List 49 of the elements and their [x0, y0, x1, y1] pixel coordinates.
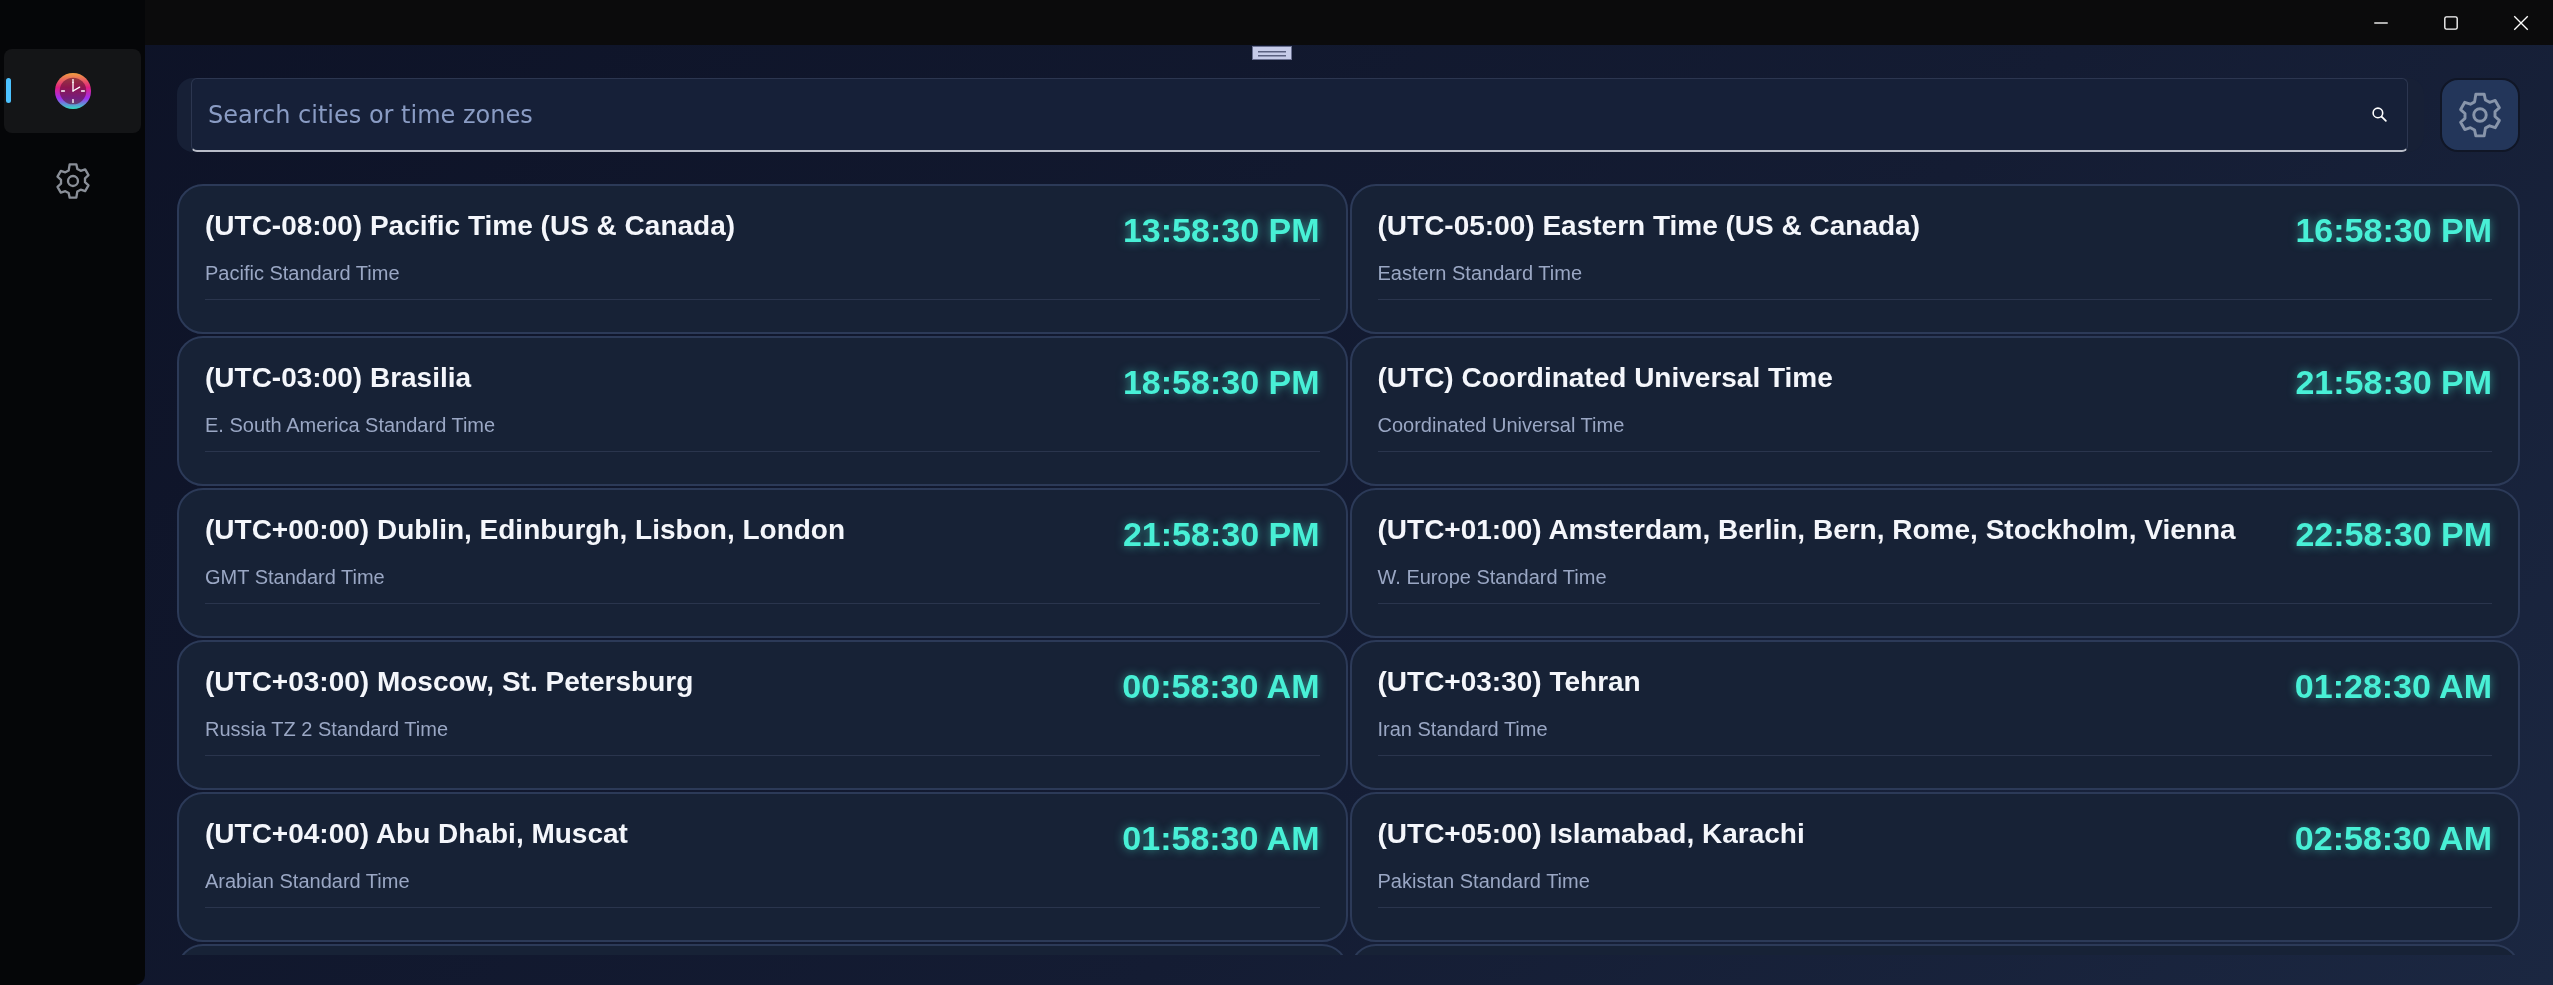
time-zone-standard-name: Eastern Standard Time — [1377, 262, 1584, 285]
clock-time: 01:28:30 AM — [2294, 666, 2492, 707]
clock-time: 00:58:30 AM — [1122, 666, 1320, 707]
time-zone-standard-name: Pacific Standard Time — [205, 262, 401, 285]
clock-time: 22:58:30 PM — [2295, 514, 2492, 555]
time-zone-card[interactable]: (UTC+01:00) Amsterdam, Berlin, Bern, Rome, Stockholm, Vienna 22:58:30 PM W. Europe Standard Time — [1349, 488, 2520, 638]
time-zone-card[interactable]: (UTC-05:00) Eastern Time (US & Canada) 16:58:30 PM Eastern Standard Time — [1349, 184, 2520, 334]
time-zone-name: (UTC-08:00) Pacific Time (US & Canada) — [205, 209, 736, 243]
time-zone-name: (UTC+03:00) Moscow, St. Petersburg — [205, 665, 694, 699]
time-zone-standard-name: Coordinated Universal Time — [1377, 414, 1626, 437]
clock-time: 21:58:30 PM — [1122, 514, 1320, 555]
time-zone-standard-name: Russia TZ 2 Standard Time — [205, 718, 450, 741]
search-icon — [2371, 106, 2388, 123]
clock-time: 16:58:30 PM — [2295, 210, 2492, 251]
clock-time: 02:58:30 AM — [2294, 818, 2492, 859]
clock-icon — [53, 72, 92, 110]
clock-time: 18:58:30 PM — [1122, 362, 1320, 403]
drag-handle[interactable] — [1252, 46, 1292, 60]
time-zone-standard-name: E. South America Standard Time — [205, 414, 497, 437]
time-zone-name: (UTC+00:00) Dublin, Edinburgh, Lisbon, London — [205, 513, 846, 547]
search-field[interactable]: Search cities or time zones — [191, 78, 2408, 152]
time-zone-standard-name: GMT Standard Time — [205, 566, 386, 589]
time-zone-name: (UTC-05:00) Eastern Time (US & Canada) — [1377, 209, 1920, 243]
time-zone-standard-name: Iran Standard Time — [1377, 718, 1549, 741]
time-zone-name: (UTC) Coordinated Universal Time — [1377, 361, 1833, 395]
settings-button[interactable] — [2440, 78, 2520, 152]
clock-time: 13:58:30 PM — [1122, 210, 1320, 251]
time-zone-card[interactable]: (UTC+04:00) Abu Dhabi, Muscat 01:58:30 AM Arabian Standard Time — [177, 792, 1348, 942]
time-zone-standard-name: Pakistan Standard Time — [1377, 870, 1591, 893]
time-zone-name: (UTC+01:00) Amsterdam, Berlin, Bern, Rome, Stockholm, Vienna — [1377, 513, 2236, 547]
clock-time: 01:58:30 AM — [1122, 818, 1320, 859]
time-zone-card[interactable]: (UTC+05:00) Islamabad, Karachi 02:58:30 AM Pakistan Standard Time — [1349, 792, 2520, 942]
clock-time: 21:58:30 PM — [2295, 362, 2492, 403]
time-zone-name: (UTC+04:00) Abu Dhabi, Muscat — [205, 817, 628, 851]
time-zone-card[interactable]: (UTC+00:00) Dublin, Edinburgh, Lisbon, London 21:58:30 PM GMT Standard Time — [177, 488, 1348, 638]
time-zone-card[interactable]: (UTC-08:00) Pacific Time (US & Canada) 13:58:30 PM Pacific Standard Time — [177, 184, 1348, 334]
time-zone-standard-name: W. Europe Standard Time — [1377, 566, 1608, 589]
time-zone-name: (UTC+03:30) Tehran — [1377, 665, 1641, 699]
time-zone-standard-name: Arabian Standard Time — [205, 870, 411, 893]
time-zone-card[interactable]: (UTC-03:00) Brasilia 18:58:30 PM E. South America Standard Time — [177, 336, 1348, 486]
time-zone-card[interactable]: (UTC+03:00) Moscow, St. Petersburg 00:58:30 AM Russia TZ 2 Standard Time — [177, 640, 1348, 790]
clock-nav-item[interactable] — [4, 49, 141, 133]
time-zone-card[interactable]: (UTC+03:30) Tehran 01:28:30 AM Iran Standard Time — [1349, 640, 2520, 790]
selection-indicator — [6, 78, 11, 103]
close-icon[interactable] — [2512, 13, 2530, 32]
time-zone-name: (UTC-03:00) Brasilia — [205, 361, 472, 395]
maximize-icon[interactable] — [2442, 13, 2460, 32]
time-zone-name: (UTC+05:00) Islamabad, Karachi — [1377, 817, 1805, 851]
time-zone-card[interactable]: (UTC) Coordinated Universal Time 21:58:30 PM Coordinated Universal Time — [1349, 336, 2520, 486]
